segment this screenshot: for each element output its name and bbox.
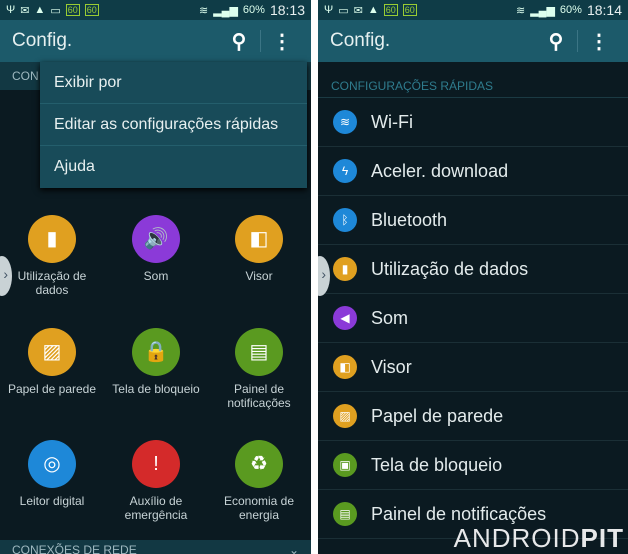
page-title: Config. (330, 30, 391, 51)
battery-percent: 60% (242, 4, 265, 16)
usb-icon: Ψ (324, 4, 334, 16)
badge: 60 (383, 4, 398, 16)
lock-screen-icon: 🔒 (132, 328, 180, 376)
grid-item-label: Papel de parede (7, 382, 97, 396)
app-bar: Config. ⚲ ⋮ (318, 20, 628, 62)
list-item-label: Aceler. download (371, 160, 509, 181)
clock: 18:13 (269, 2, 305, 18)
speaker-icon: 🔊 (132, 215, 180, 263)
list-item[interactable]: ϟ Aceler. download (318, 147, 628, 196)
list-item[interactable]: ▨ Papel de parede (318, 392, 628, 441)
status-bar: Ψ ✉ ▲ ▭ 60 60 ≋ ▂▄▆ 60% 18:13 (0, 0, 311, 20)
grid-item[interactable]: 🔒 Tela de bloqueio (104, 328, 208, 396)
grid-item-label: Painel de notificações (227, 382, 291, 410)
lock-screen-icon: ▣ (333, 453, 357, 477)
section-title: CONEXÕES DE REDE (12, 543, 137, 554)
bar-chart-icon: ▮ (333, 257, 357, 281)
grid-item[interactable]: ▮ Utilização de dados (0, 215, 104, 297)
list-item[interactable]: ▮ Utilização de dados (318, 245, 628, 294)
mail-icon: ✉ (353, 4, 363, 17)
battery-percent: 60% (559, 4, 582, 16)
menu-item-view-by[interactable]: Exibir por (40, 62, 307, 104)
display-icon: ◧ (235, 215, 283, 263)
badge: 60 (65, 4, 80, 16)
display-icon: ◧ (333, 355, 357, 379)
list-item-label: Utilização de dados (371, 258, 529, 279)
chevron-down-icon: ⌄ (288, 543, 299, 554)
page-title: Config. (12, 30, 73, 51)
search-icon[interactable]: ⚲ (539, 29, 573, 54)
grid-item-label: Economia de energia (223, 494, 295, 522)
download-booster-icon: ϟ (333, 159, 357, 183)
badge: 60 (84, 4, 99, 16)
grid-item[interactable]: ♻ Economia de energia (207, 440, 311, 522)
notification-panel-icon: ▤ (235, 328, 283, 376)
grid-item-label: Auxílio de emergência (124, 494, 188, 522)
left-screen: Ψ ✉ ▲ ▭ 60 60 ≋ ▂▄▆ 60% 18:13 Config. ⚲ … (0, 0, 311, 554)
wifi-icon: ≋ (333, 110, 357, 134)
menu-item-edit-quick-settings[interactable]: Editar as configurações rápidas (40, 104, 307, 146)
grid-item[interactable]: ◧ Visor (207, 215, 311, 283)
bar-chart-icon: ▮ (28, 215, 76, 263)
warning-icon: ▲ (367, 4, 379, 16)
search-icon[interactable]: ⚲ (222, 29, 256, 54)
image-icon: ▭ (50, 4, 61, 17)
clock: 18:14 (586, 2, 622, 18)
emergency-icon: ! (132, 440, 180, 488)
warning-icon: ▲ (34, 4, 46, 16)
list-item[interactable]: ◧ Visor (318, 343, 628, 392)
section-header-network[interactable]: CONEXÕES DE REDE ⌄ (0, 540, 311, 554)
badge: 60 (402, 4, 417, 16)
list-item-label: Bluetooth (371, 209, 448, 230)
grid-item-label: Som (143, 269, 169, 283)
watermark: ANDROIDPIT (454, 523, 624, 554)
list-item-label: Painel de notificações (371, 503, 547, 524)
app-bar: Config. ⚲ ⋮ (0, 20, 311, 62)
mail-icon: ✉ (20, 4, 30, 17)
list-item[interactable]: ≋ Wi-Fi (318, 98, 628, 147)
battery-recycle-icon: ♻ (235, 440, 283, 488)
menu-item-help[interactable]: Ajuda (40, 146, 307, 188)
grid-item-label: Leitor digital (19, 494, 85, 508)
bluetooth-icon: ᛒ (333, 208, 357, 232)
usb-icon: Ψ (6, 4, 16, 16)
list-item-label: Papel de parede (371, 405, 504, 426)
grid-item[interactable]: ! Auxílio de emergência (104, 440, 208, 522)
fingerprint-icon: ◎ (28, 440, 76, 488)
notification-panel-icon: ▤ (333, 502, 357, 526)
grid-item[interactable]: 🔊 Som (104, 215, 208, 283)
image-icon: ▭ (338, 4, 349, 17)
more-options-icon[interactable]: ⋮ (265, 29, 299, 54)
grid-item-label: Utilização de dados (17, 269, 87, 297)
list-item[interactable]: ▣ Tela de bloqueio (318, 441, 628, 490)
right-screen: Ψ ▭ ✉ ▲ 60 60 ≋ ▂▄▆ 60% 18:14 Config. ⚲ … (318, 0, 628, 554)
grid-item[interactable]: ◎ Leitor digital (0, 440, 104, 508)
grid-item-label: Tela de bloqueio (112, 382, 200, 396)
watermark-text: ANDROID (453, 523, 581, 553)
speaker-icon: ◀ (333, 306, 357, 330)
list-item-label: Tela de bloqueio (371, 454, 503, 475)
wifi-icon: ≋ (198, 4, 209, 17)
section-header: CONFIGURAÇÕES RÁPIDAS (318, 62, 628, 98)
overflow-menu: Exibir por Editar as configurações rápid… (40, 62, 307, 188)
list-item-label: Visor (371, 356, 412, 377)
watermark-text: PIT (580, 523, 624, 553)
quick-settings-list: ≋ Wi-Fi ϟ Aceler. download ᛒ Bluetooth ▮ Utiliz… (318, 98, 628, 539)
more-options-icon[interactable]: ⋮ (582, 29, 616, 54)
signal-icon: ▂▄▆ (213, 4, 238, 17)
wifi-icon: ≋ (515, 4, 526, 17)
wallpaper-icon: ▨ (333, 404, 357, 428)
grid-item-label: Visor (245, 269, 273, 283)
status-bar: Ψ ▭ ✉ ▲ 60 60 ≋ ▂▄▆ 60% 18:14 (318, 0, 628, 20)
wallpaper-icon: ▨ (28, 328, 76, 376)
signal-icon: ▂▄▆ (530, 4, 555, 17)
list-item-label: Som (371, 307, 409, 328)
grid-item[interactable]: ▨ Papel de parede (0, 328, 104, 396)
list-item-label: Wi-Fi (371, 111, 413, 132)
list-item[interactable]: ◀ Som (318, 294, 628, 343)
grid-item[interactable]: ▤ Painel de notificações (207, 328, 311, 410)
list-item[interactable]: ᛒ Bluetooth (318, 196, 628, 245)
